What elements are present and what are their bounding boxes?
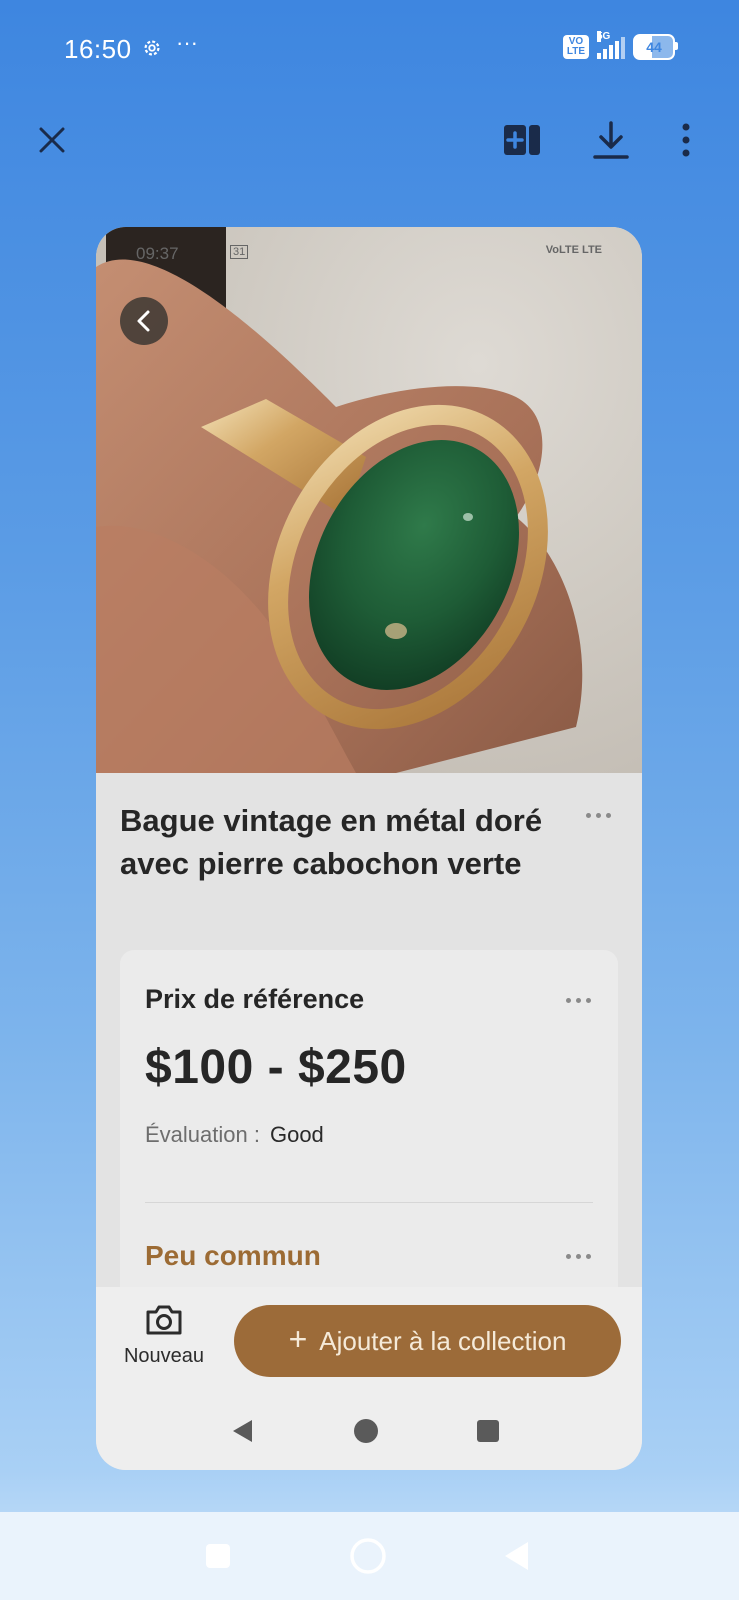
- chevron-left-icon: [137, 310, 150, 332]
- item-title: Bague vintage en métal doré avec pierre …: [120, 803, 543, 881]
- evaluation-value: Good: [269, 1122, 324, 1147]
- inner-back-nav-button[interactable]: [218, 1407, 266, 1455]
- inner-nav-bar: [96, 1407, 642, 1455]
- inner-status-bar: 09:37 31 VoLTE LTE: [136, 244, 602, 266]
- home-nav-button[interactable]: [344, 1532, 392, 1580]
- evaluation: Évaluation : Good: [145, 1122, 324, 1148]
- close-button[interactable]: [24, 110, 80, 170]
- inner-recents-nav-button[interactable]: [464, 1407, 512, 1455]
- status-time: 16:50: [64, 34, 132, 64]
- battery-icon: 44: [633, 34, 678, 60]
- square-recents-icon: [206, 1544, 230, 1568]
- viewer-toolbar: [0, 110, 739, 170]
- divider: [145, 1202, 593, 1203]
- rarity-more-button[interactable]: [558, 1244, 598, 1268]
- square-recents-icon: [477, 1420, 499, 1442]
- recents-nav-button[interactable]: [194, 1532, 242, 1580]
- price-label: Prix de référence: [145, 984, 365, 1014]
- new-scan-label: Nouveau: [123, 1345, 205, 1367]
- item-title-row: Bague vintage en métal doré avec pierre …: [120, 799, 618, 885]
- price-more-button[interactable]: [558, 988, 598, 1012]
- add-to-collage-button[interactable]: [494, 110, 550, 170]
- back-button[interactable]: [120, 297, 168, 345]
- add-page-icon: [504, 125, 540, 155]
- close-icon: [39, 127, 65, 153]
- more-notifications-icon: ···: [176, 30, 198, 55]
- signal-icon: 5G: [597, 31, 625, 59]
- status-bar: 16:50 ··· VO LTE 5G 44: [0, 0, 739, 96]
- settings-gear-icon: [144, 40, 160, 56]
- plus-icon: +: [288, 1321, 308, 1357]
- inner-calendar-badge: 31: [230, 245, 249, 259]
- add-to-collection-button[interactable]: + Ajouter à la collection: [234, 1305, 621, 1377]
- download-button[interactable]: [583, 110, 639, 170]
- rarity-label: Peu commun: [145, 1240, 321, 1271]
- ring-image: [96, 227, 583, 773]
- evaluation-label: Évaluation :: [145, 1122, 260, 1147]
- battery-level: 44: [646, 39, 662, 55]
- circle-home-icon: [350, 1538, 386, 1574]
- title-more-button[interactable]: [578, 803, 618, 827]
- status-right-cluster: VO LTE 5G 44: [563, 31, 678, 60]
- ring-photo: 09:37 31 VoLTE LTE: [96, 227, 642, 773]
- volte-icon: VO LTE: [563, 35, 589, 59]
- inner-status-right: VoLTE LTE: [545, 244, 602, 256]
- price-panel: Prix de référence $100 - $250 Évaluation…: [120, 950, 618, 1330]
- triangle-back-icon: [505, 1542, 528, 1570]
- more-options-button[interactable]: [658, 110, 714, 170]
- inner-home-nav-button[interactable]: [342, 1407, 390, 1455]
- more-dots-icon: [585, 812, 611, 818]
- new-scan-button[interactable]: Nouveau: [116, 1303, 212, 1379]
- camera-icon: [146, 1305, 182, 1335]
- screenshot-preview-card: 09:37 31 VoLTE LTE Bague vintage en méta…: [96, 227, 642, 1470]
- back-nav-button[interactable]: [492, 1532, 540, 1580]
- triangle-back-icon: [233, 1420, 252, 1442]
- more-dots-icon: [565, 1253, 591, 1259]
- inner-status-time: 09:37: [136, 244, 179, 263]
- network-label: 5G: [597, 31, 611, 42]
- circle-home-icon: [354, 1419, 378, 1443]
- vertical-dots-icon: [682, 123, 690, 157]
- more-dots-icon: [565, 997, 591, 1003]
- price-value: $100 - $250: [145, 1041, 407, 1094]
- download-icon: [593, 121, 629, 159]
- system-nav-bar: [0, 1512, 739, 1600]
- add-to-collection-label: Ajouter à la collection: [319, 1325, 567, 1356]
- bottom-action-bar: Nouveau + Ajouter à la collection: [96, 1287, 642, 1470]
